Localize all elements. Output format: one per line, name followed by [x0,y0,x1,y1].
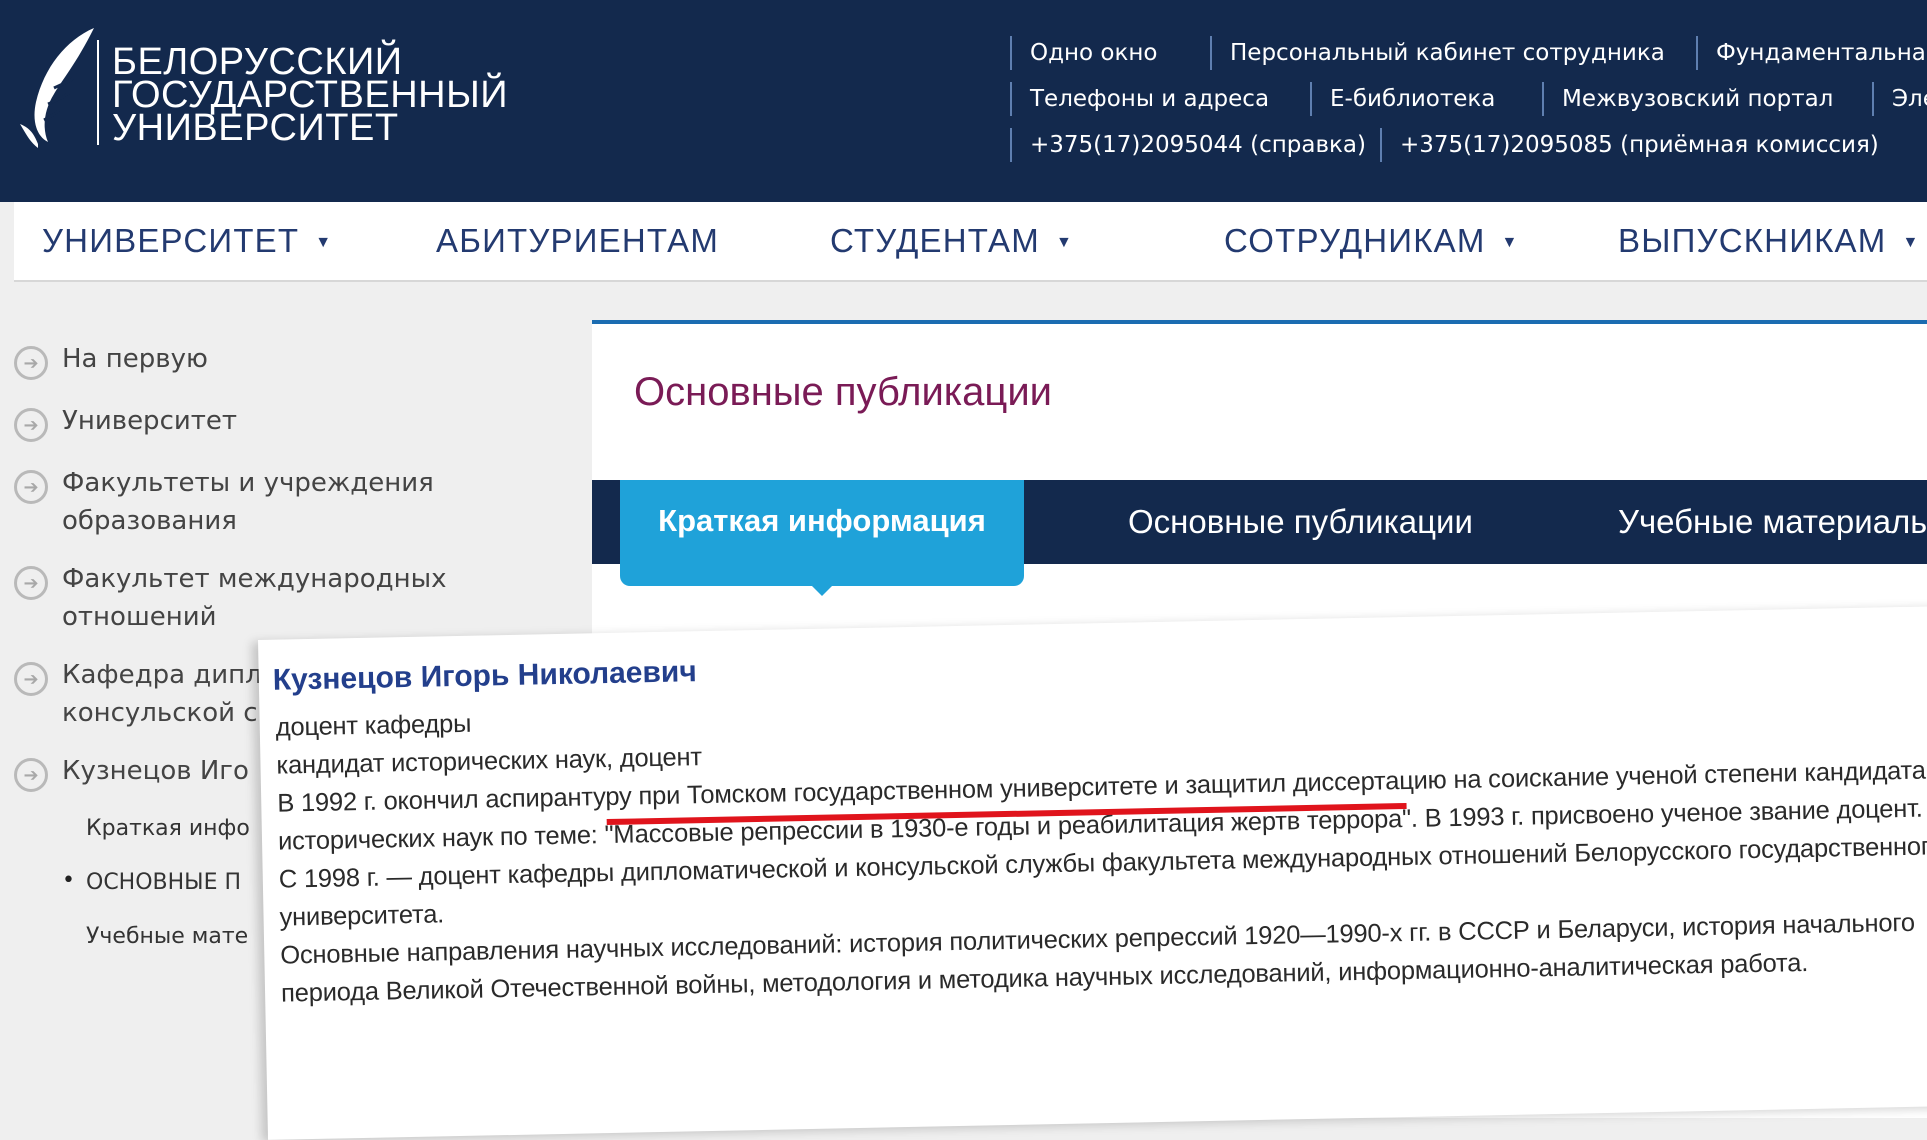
sidebar-item-line: Факультет международных [62,564,447,594]
tab-teaching-materials[interactable]: Учебные материалы [1618,480,1927,564]
link-phones-addresses[interactable]: Телефоны и адреса [1010,82,1269,116]
nav-university[interactable]: УНИВЕРСИТЕТ ▼ [42,222,332,260]
nav-staff-label: СОТРУДНИКАМ [1224,222,1486,259]
arrow-right-circle-icon: ➔ [14,408,48,442]
sidebar-subitem-publications[interactable]: ОСНОВНЫЕ П [86,870,241,895]
sidebar-item-label: Кафедра дипл консульской с [62,656,262,732]
sidebar-item-faculties[interactable]: ➔ Факультеты и учреждения образования [14,464,434,540]
site-header: БЕЛОРУССКИЙ ГОСУДАРСТВЕННЫЙ УНИВЕРСИТЕТ … [0,0,1927,202]
arrow-right-circle-icon: ➔ [14,566,48,600]
logo-line-3: УНИВЕРСИТЕТ [112,107,399,149]
nav-graduates-label: ВЫПУСКНИКАМ [1618,222,1887,259]
degree-text: кандидат исторических наук, доцент [276,743,703,780]
tab-brief-info[interactable]: Краткая информация [620,480,1024,596]
nav-applicants[interactable]: АБИТУРИЕНТАМ [436,222,719,260]
logo-divider [97,40,99,145]
link-interuniversity-portal[interactable]: Межвузовский портал [1542,82,1833,116]
sidebar-item-label: Кузнецов Иго [62,756,249,786]
nav-university-label: УНИВЕРСИТЕТ [42,222,300,259]
position-text: доцент кафедры [275,709,472,742]
page-title: Основные публикации [634,370,1053,414]
sidebar-item-label: На первую [62,344,208,374]
arrow-right-circle-icon: ➔ [14,662,48,696]
tab-bar: Краткая информация Основные публикации У… [592,480,1927,596]
bullet-icon: • [62,868,75,893]
link-one-window[interactable]: Одно окно [1010,36,1158,70]
sidebar-item-label: Факультеты и учреждения образования [62,464,434,540]
sidebar-item-line: консульской с [62,698,258,728]
link-e-library[interactable]: Е-библиотека [1310,82,1495,116]
sidebar-item-label: Университет [62,406,238,436]
sidebar-item-line: Кафедра дипл [62,660,262,690]
sidebar-item-university[interactable]: ➔ Университет [14,402,237,442]
sidebar-item-department[interactable]: ➔ Кафедра дипл консульской с [14,656,262,732]
nav-staff[interactable]: СОТРУДНИКАМ ▼ [1224,222,1519,260]
sidebar-item-person[interactable]: ➔ Кузнецов Иго [14,752,249,792]
caret-down-icon: ▼ [1501,234,1519,252]
sidebar-subitem-materials[interactable]: Учебные мате [86,924,248,949]
bio-line: университета. [279,900,445,932]
arrow-right-circle-icon: ➔ [14,346,48,380]
caret-down-icon: ▼ [1055,234,1073,252]
tab-label: Краткая информация [658,503,986,538]
profile-clipping: Кузнецов Игорь Николаевич доцент кафедры… [258,605,1927,1140]
sidebar-item-home[interactable]: ➔ На первую [14,340,208,380]
person-name: Кузнецов Игорь Николаевич [272,655,698,697]
arrow-right-circle-icon: ➔ [14,470,48,504]
phone-admissions[interactable]: +375(17)2095085 (приёмная комиссия) [1380,128,1879,162]
sidebar-item-line: Факультеты и учреждения [62,468,434,498]
link-fundamental[interactable]: Фундаментальная [1696,36,1927,70]
nav-students[interactable]: СТУДЕНТАМ ▼ [830,222,1073,260]
link-electronic[interactable]: Эле [1872,82,1927,116]
arrow-right-circle-icon: ➔ [14,758,48,792]
tab-publications[interactable]: Основные публикации [1128,480,1473,564]
caret-down-icon: ▼ [315,234,333,252]
sidebar-item-intl-relations[interactable]: ➔ Факультет международных отношений [14,560,447,636]
nav-graduates[interactable]: ВЫПУСКНИКАМ ▼ [1618,222,1919,260]
feather-logo-icon[interactable] [14,24,104,154]
sidebar-item-line: образования [62,506,237,536]
university-name[interactable]: БЕЛОРУССКИЙ ГОСУДАРСТВЕННЫЙ УНИВЕРСИТЕТ [112,43,508,149]
phone-info[interactable]: +375(17)2095044 (справка) [1010,128,1366,162]
main-nav: УНИВЕРСИТЕТ ▼ АБИТУРИЕНТАМ СТУДЕНТАМ ▼ СОТ… [14,202,1927,282]
nav-students-label: СТУДЕНТАМ [830,222,1040,259]
link-staff-cabinet[interactable]: Персональный кабинет сотрудника [1210,36,1665,70]
active-tab-pointer [810,584,834,596]
sidebar-item-label: Факультет международных отношений [62,560,447,636]
caret-down-icon: ▼ [1902,234,1920,252]
nav-applicants-label: АБИТУРИЕНТАМ [436,222,720,259]
sidebar-item-line: отношений [62,602,217,632]
sidebar-subitem-brief-info[interactable]: Краткая инфо [86,816,250,841]
